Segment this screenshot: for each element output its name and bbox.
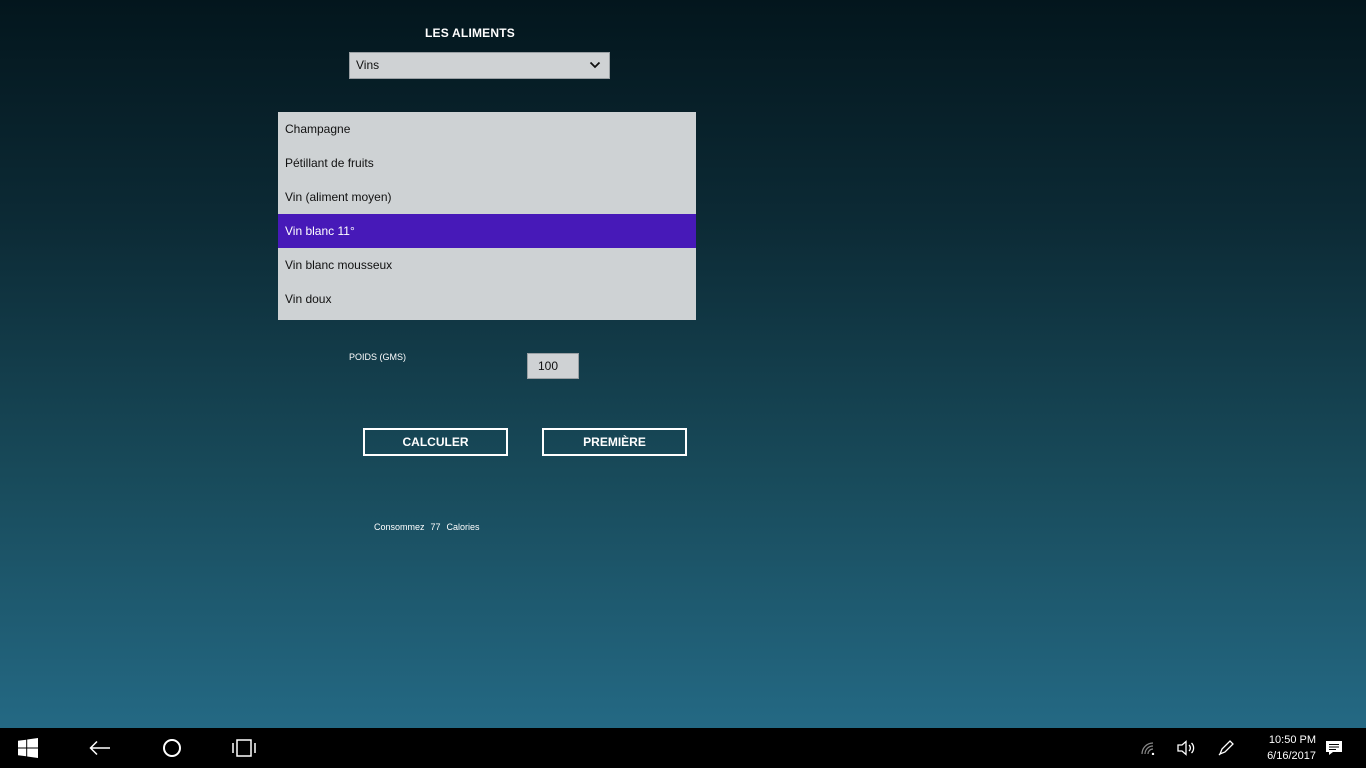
result-suffix: Calories — [446, 522, 480, 532]
back-arrow-icon[interactable] — [80, 728, 120, 768]
list-item[interactable]: Champagne — [278, 112, 696, 146]
action-center-icon[interactable] — [1322, 728, 1346, 768]
list-item[interactable]: Pétillant de fruits — [278, 146, 696, 180]
list-item[interactable]: Vin (aliment moyen) — [278, 180, 696, 214]
first-button[interactable]: PREMIÈRE — [542, 428, 687, 456]
list-item-selected[interactable]: Vin blanc 11° — [278, 214, 696, 248]
cortana-circle-icon[interactable] — [152, 728, 192, 768]
pen-icon[interactable] — [1214, 728, 1238, 768]
calculate-button[interactable]: CALCULER — [363, 428, 508, 456]
clock-time: 10:50 PM — [1268, 734, 1316, 746]
list-item[interactable]: Vin blanc mousseux — [278, 248, 696, 282]
food-list[interactable]: Champagne Pétillant de fruits Vin (alime… — [278, 112, 696, 320]
result-value: 77 — [430, 522, 441, 532]
weight-label: POIDS (GMS) — [349, 352, 407, 362]
volume-icon[interactable] — [1174, 728, 1198, 768]
list-item[interactable]: Vin doux — [278, 282, 696, 316]
weight-input[interactable]: 100 — [527, 353, 579, 379]
result-text: Consommez 77 Calories — [374, 522, 486, 532]
category-select-value: Vins — [356, 58, 380, 72]
clock-date: 6/16/2017 — [1267, 750, 1316, 762]
result-prefix: Consommez — [374, 522, 425, 532]
page-title: LES ALIMENTS — [425, 26, 515, 40]
app-window: LES ALIMENTS Vins Champagne Pétillant de… — [0, 0, 1366, 728]
taskbar: 10:50 PM 6/16/2017 — [0, 728, 1366, 768]
task-view-icon[interactable] — [224, 728, 264, 768]
system-clock[interactable]: 10:50 PM 6/16/2017 — [1240, 732, 1316, 764]
windows-logo-icon[interactable] — [8, 728, 48, 768]
category-select[interactable]: Vins — [349, 52, 610, 79]
chevron-down-icon — [589, 61, 601, 69]
network-icon[interactable] — [1136, 728, 1160, 768]
